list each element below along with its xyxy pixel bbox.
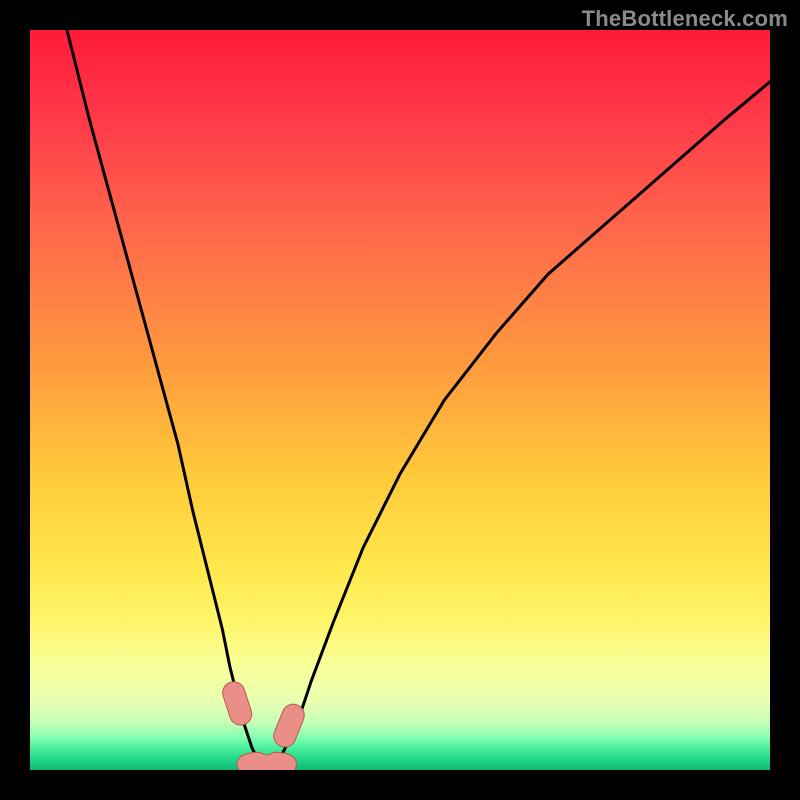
plot-area bbox=[30, 30, 770, 770]
marker-bottom-seat bbox=[237, 752, 296, 770]
gradient-background bbox=[30, 30, 770, 770]
chart-svg bbox=[30, 30, 770, 770]
outer-frame: TheBottleneck.com bbox=[0, 0, 800, 800]
watermark-text: TheBottleneck.com bbox=[582, 6, 788, 32]
